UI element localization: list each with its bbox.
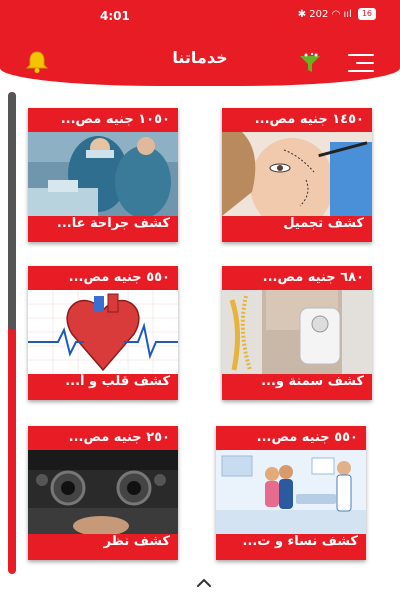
cosmetic-face-photo: [222, 132, 372, 216]
service-price: ٦٨٠ جنيه مص...: [262, 270, 364, 285]
service-card-surgery[interactable]: ١٠٥٠ جنيه مص... كشف جراحة عا...: [28, 108, 178, 242]
service-name: كشف قلب و أ...: [65, 374, 170, 389]
app-bar: خدماتنا: [0, 34, 400, 86]
status-bar: 4:01 ✱ 202 ◠ ııl 16: [0, 0, 400, 34]
heart-illustration: [28, 290, 178, 374]
filter-icon[interactable]: [298, 52, 322, 74]
menu-line: [348, 54, 374, 56]
service-price: ١٤٥٠ جنيه مص...: [254, 112, 364, 127]
menu-icon[interactable]: [348, 54, 374, 72]
service-price: ٥٥٠ جنيه مص...: [68, 270, 170, 285]
service-price: ٢٥٠ جنيه مص...: [68, 430, 170, 445]
service-name: كشف نظر: [103, 534, 170, 549]
service-card-cardiology[interactable]: ٥٥٠ جنيه مص... كشف قلب و أ...: [28, 266, 178, 400]
battery-icon: 16: [357, 8, 376, 20]
signal-indicators: ✱ 202 ◠ ııl: [297, 8, 352, 20]
status-time: 4:01: [100, 9, 130, 23]
service-card-cosmetic[interactable]: ١٤٥٠ جنيه مص... كشف تجميل: [222, 108, 372, 242]
service-name: كشف تجميل: [283, 216, 364, 231]
chevron-up-icon[interactable]: [196, 578, 212, 588]
service-name: كشف سمنة و...: [261, 374, 364, 389]
status-indicators: ✱ 202 ◠ ııl 16: [298, 8, 376, 20]
surgery-photo: [28, 132, 178, 216]
menu-line: [356, 62, 374, 64]
scrollbar-thumb[interactable]: [8, 92, 16, 330]
page-title: خدماتنا: [172, 48, 228, 67]
gynecology-illustration: [216, 450, 366, 534]
service-card-obesity[interactable]: ٦٨٠ جنيه مص... كشف سمنة و...: [222, 266, 372, 400]
service-card-ophthalmology[interactable]: ٢٥٠ جنيه مص... كشف نظر: [28, 426, 178, 560]
menu-line: [348, 70, 374, 72]
service-price: ١٠٥٠ جنيه مص...: [60, 112, 170, 127]
weight-scale-photo: [222, 290, 372, 374]
eye-exam-photo: [28, 450, 178, 534]
service-card-gynecology[interactable]: ٥٥٠ جنيه مص... كشف نساء و ت...: [216, 426, 366, 560]
service-name: كشف جراحة عا...: [56, 216, 170, 231]
service-price: ٥٥٠ جنيه مص...: [256, 430, 358, 445]
service-name: كشف نساء و ت...: [242, 534, 358, 549]
